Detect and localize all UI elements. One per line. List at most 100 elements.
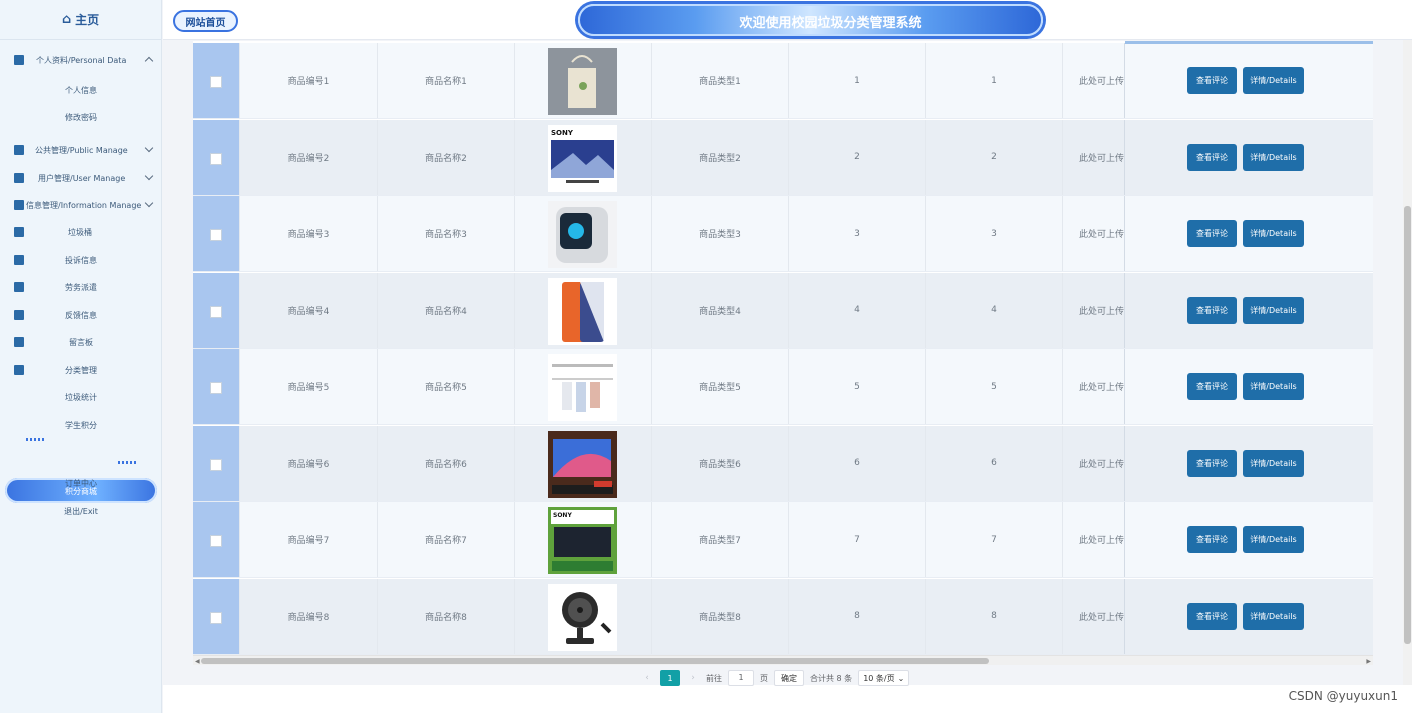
product-name-cell: 商品名称2 — [377, 119, 514, 195]
view-reviews-button[interactable]: 查看评论 — [1187, 373, 1237, 400]
sidebar-item-student-points[interactable]: 学生积分 — [0, 420, 162, 431]
chevron-down-icon: ⌄ — [897, 673, 905, 683]
product-value-cell: 5 — [925, 349, 1062, 424]
sidebar-item-feedback[interactable]: 反馈信息 — [0, 309, 162, 321]
view-reviews-button[interactable]: 查看评论 — [1187, 449, 1237, 477]
view-reviews-button[interactable]: 查看评论 — [1187, 296, 1237, 324]
vertical-scrollbar[interactable] — [1403, 40, 1412, 685]
view-reviews-button[interactable]: 查看评论 — [1187, 526, 1237, 553]
prev-page-icon[interactable]: ‹ — [640, 673, 654, 683]
row-checkbox[interactable] — [210, 229, 222, 241]
view-reviews-button[interactable]: 查看评论 — [1187, 67, 1237, 94]
sidebar-item-public-manage[interactable]: 公共管理/Public Manage — [0, 143, 162, 156]
product-code-cell: 商品编号4 — [239, 272, 377, 348]
sidebar-item-personal-info[interactable]: 个人信息 — [0, 85, 162, 96]
product-value-cell: 5 — [788, 349, 925, 424]
website-home-link[interactable]: 网站首页 — [173, 10, 238, 32]
product-note-cell: 此处可上传 — [1062, 425, 1124, 501]
horizontal-scroll-thumb[interactable] — [201, 658, 989, 664]
sidebar-item-category-manage[interactable]: 分类管理 — [0, 364, 162, 376]
details-button[interactable]: 详情/Details — [1243, 67, 1304, 94]
product-code-cell: 商品编号6 — [239, 425, 377, 501]
sidebar-item-exit[interactable]: 退出/Exit — [0, 506, 162, 517]
product-image-tote-bag — [548, 48, 617, 115]
details-button[interactable]: 详情/Details — [1243, 220, 1304, 247]
page-jump-input[interactable]: 1 — [728, 670, 754, 686]
view-reviews-button[interactable]: 查看评论 — [1187, 143, 1237, 171]
product-note-cell: 此处可上传 — [1062, 349, 1124, 424]
product-code-cell: 商品编号2 — [239, 119, 377, 195]
sidebar-home[interactable]: ⌂ 主页 — [0, 0, 161, 40]
next-page-icon[interactable]: › — [686, 673, 700, 683]
svg-text:SONY: SONY — [551, 129, 574, 137]
actions-cell: 查看评论 详情/Details — [1124, 349, 1373, 424]
product-note-cell: 此处可上传 — [1062, 578, 1124, 654]
scroll-left-icon[interactable]: ◀ — [195, 658, 200, 665]
row-checkbox[interactable] — [210, 535, 222, 547]
details-button[interactable]: 详情/Details — [1243, 373, 1304, 400]
sidebar-item-user-manage[interactable]: 用户管理/User Manage — [0, 171, 162, 184]
row-checkbox[interactable] — [210, 152, 222, 165]
sidebar-item-personal-data[interactable]: 个人资料/Personal Data — [0, 54, 162, 66]
sidebar-item-label: 用户管理/User Manage — [38, 173, 126, 183]
details-button[interactable]: 详情/Details — [1243, 143, 1304, 171]
details-button[interactable]: 详情/Details — [1243, 526, 1304, 553]
sidebar-item-message-board[interactable]: 留言板 — [0, 336, 162, 348]
details-button[interactable]: 详情/Details — [1243, 296, 1304, 324]
row-checkbox[interactable] — [210, 382, 222, 394]
product-value-cell: 3 — [925, 196, 1062, 271]
footer-area — [163, 685, 1412, 713]
product-image-drying-rack — [548, 354, 617, 421]
row-select-cell — [193, 349, 239, 424]
product-value-cell: 1 — [925, 43, 1062, 118]
product-name-cell: 商品名称7 — [377, 502, 514, 577]
product-note-cell: 此处可上传 — [1062, 43, 1124, 118]
title-banner: 欢迎使用校园垃圾分类管理系统 — [578, 4, 1043, 36]
product-image-pc-tower — [548, 201, 617, 268]
total-count: 合计共 8 条 — [810, 673, 853, 683]
sidebar-item-trash-bin[interactable]: 垃圾桶 — [0, 226, 162, 238]
scroll-right-icon[interactable]: ▶ — [1366, 658, 1371, 665]
details-button[interactable]: 详情/Details — [1243, 449, 1304, 477]
product-value-cell: 6 — [925, 425, 1062, 501]
view-reviews-button[interactable]: 查看评论 — [1187, 220, 1237, 247]
page-size-select[interactable]: 10 条/页 ⌄ — [858, 670, 910, 686]
product-type-cell: 商品类型2 — [651, 119, 788, 195]
vertical-scroll-thumb[interactable] — [1404, 206, 1411, 644]
sidebar-item-label: 留言板 — [69, 337, 93, 347]
sidebar-item-labor-dispatch[interactable]: 劳务派遣 — [0, 281, 162, 293]
sidebar-item-label: 反馈信息 — [65, 310, 97, 320]
chevron-down-icon — [144, 171, 154, 181]
book-icon — [14, 337, 24, 347]
details-button[interactable]: 详情/Details — [1243, 602, 1304, 630]
horizontal-scrollbar[interactable]: ◀ ▶ — [193, 655, 1373, 665]
row-checkbox[interactable] — [210, 458, 222, 471]
sidebar-item-garbage-stats[interactable]: 垃圾统计 — [0, 392, 162, 403]
product-note-cell: 此处可上传 — [1062, 196, 1124, 271]
product-image-sony-tv-box: SONY — [548, 507, 617, 574]
actions-cell: 查看评论 详情/Details — [1124, 502, 1373, 577]
confirm-button[interactable]: 确定 — [774, 670, 804, 686]
row-checkbox[interactable] — [210, 305, 222, 318]
clipboard-icon — [14, 145, 24, 155]
product-value-cell: 7 — [788, 502, 925, 577]
product-value-cell: 2 — [788, 119, 925, 195]
sidebar-item-order-center[interactable]: 订单中心 — [0, 478, 162, 489]
sidebar-item-change-password[interactable]: 修改密码 — [0, 112, 162, 123]
actions-cell: 查看评论 详情/Details — [1124, 272, 1373, 348]
product-value-cell: 8 — [788, 578, 925, 654]
table-row: 商品编号3 商品名称3 商品类型3 3 3 此处可上传 查看评论 详情/Details — [193, 196, 1373, 272]
product-type-cell: 商品类型6 — [651, 425, 788, 501]
sidebar-item-complaints[interactable]: 投诉信息 — [0, 254, 162, 266]
decor-dots — [118, 461, 136, 464]
view-reviews-button[interactable]: 查看评论 — [1187, 602, 1237, 630]
sidebar-item-label: 信息管理/Information Manage — [26, 200, 142, 210]
row-checkbox[interactable] — [210, 611, 222, 624]
page-number-current[interactable]: 1 — [660, 670, 680, 686]
calendar-icon — [14, 282, 24, 292]
goto-label: 前往 — [706, 673, 722, 683]
sidebar-item-information-manage[interactable]: 信息管理/Information Manage — [0, 198, 162, 211]
chevron-down-icon — [144, 198, 154, 208]
sign-out-icon — [14, 365, 24, 375]
row-checkbox[interactable] — [210, 76, 222, 88]
